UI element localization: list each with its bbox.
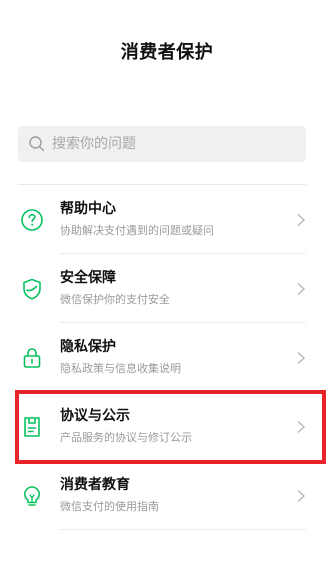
menu-item-subtitle: 微信保护你的支付安全	[60, 293, 170, 306]
chevron-right-icon	[296, 351, 306, 365]
chevron-right-icon	[296, 213, 306, 227]
search-input[interactable]: 搜索你的问题	[18, 126, 306, 162]
chevron-right-icon	[296, 282, 306, 296]
menu-item-agreements[interactable]: 协议与公示 产品服务的协议与修订公示	[0, 392, 334, 461]
chevron-right-icon	[296, 489, 306, 503]
page-title: 消费者保护	[120, 42, 214, 63]
menu-item-help-center[interactable]: 帮助中心 协助解决支付遇到的问题或疑问	[0, 185, 334, 254]
consumer-protection-page: 消费者保护 搜索你的问题 帮助中心 协助解决支付遇到的问题或疑问 安全保障 微信…	[0, 0, 334, 561]
menu-item-title: 隐私保护	[60, 339, 116, 355]
menu-item-title: 消费者教育	[60, 477, 130, 493]
menu-item-privacy[interactable]: 隐私保护 隐私政策与信息收集说明	[0, 323, 334, 392]
document-icon	[20, 415, 44, 439]
search-icon	[28, 135, 46, 153]
menu-item-title: 协议与公示	[60, 408, 130, 424]
menu-item-title: 帮助中心	[60, 201, 116, 217]
menu-item-subtitle: 微信支付的使用指南	[60, 500, 159, 513]
menu-item-title: 安全保障	[60, 270, 116, 286]
menu-item-subtitle: 产品服务的协议与修订公示	[60, 431, 192, 444]
question-circle-icon	[20, 208, 44, 232]
chevron-right-icon	[296, 420, 306, 434]
search-placeholder: 搜索你的问题	[52, 136, 136, 152]
menu-item-subtitle: 协助解决支付遇到的问题或疑问	[60, 224, 214, 237]
menu-item-subtitle: 隐私政策与信息收集说明	[60, 362, 181, 375]
lock-icon	[20, 346, 44, 370]
lightbulb-icon	[20, 484, 44, 508]
menu-item-security[interactable]: 安全保障 微信保护你的支付安全	[0, 254, 334, 323]
shield-check-icon	[20, 277, 44, 301]
menu-list: 帮助中心 协助解决支付遇到的问题或疑问 安全保障 微信保护你的支付安全 隐私保护…	[0, 185, 334, 530]
menu-item-consumer-education[interactable]: 消费者教育 微信支付的使用指南	[0, 461, 334, 530]
divider	[60, 529, 306, 530]
